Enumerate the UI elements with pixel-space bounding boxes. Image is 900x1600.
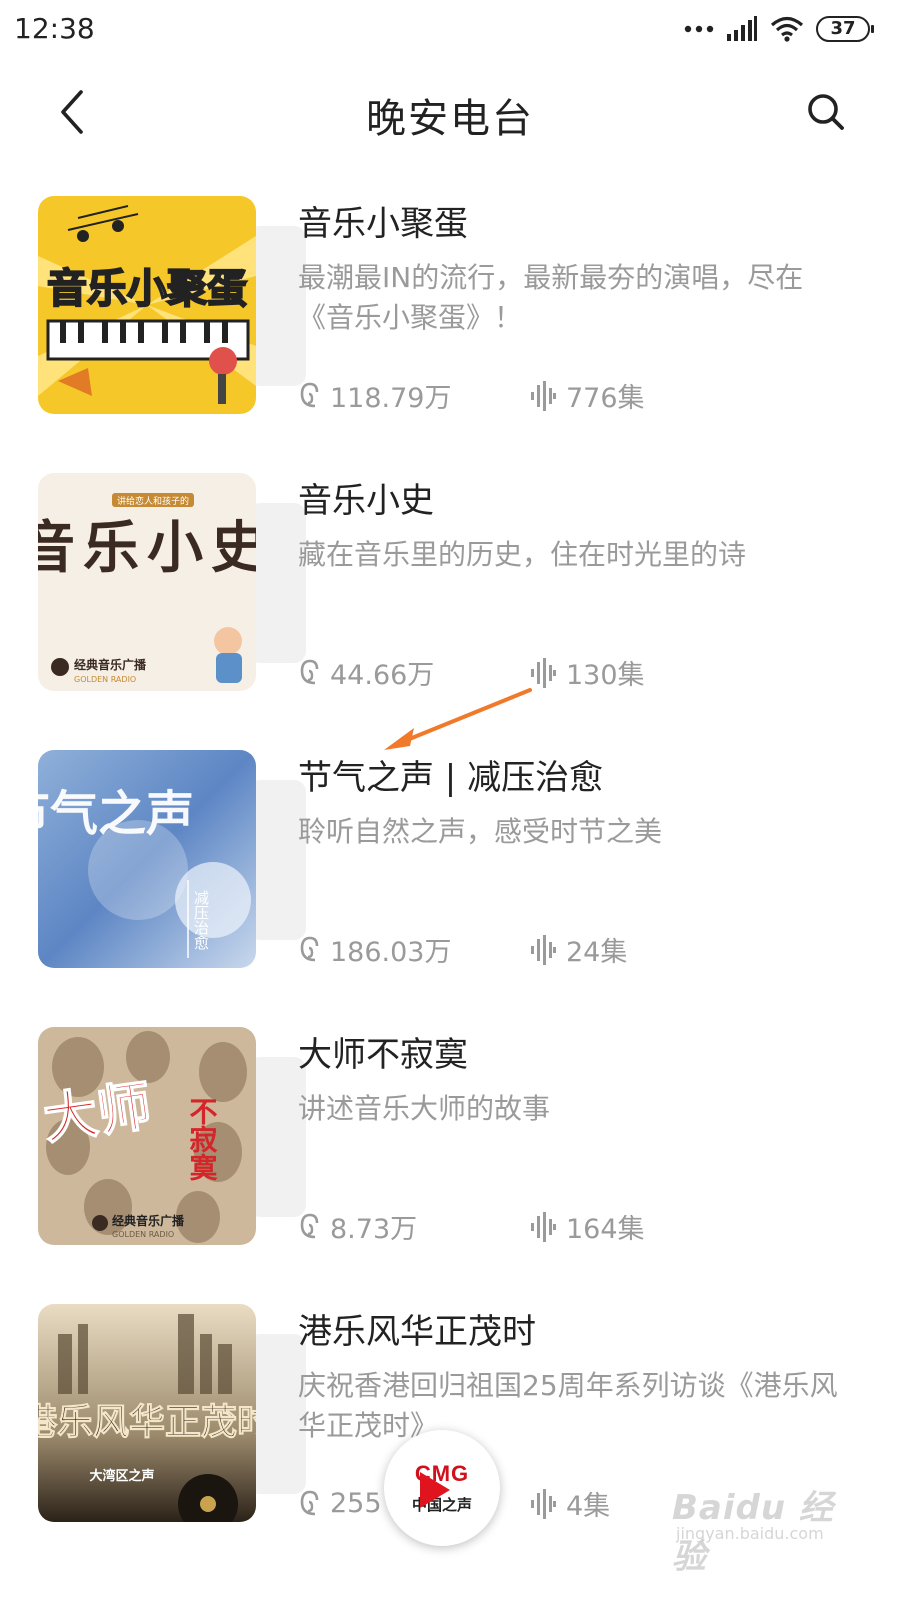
- cover-wrap: 大师 不寂寞 经典音乐广播 GOLDEN RADIO: [38, 1027, 306, 1245]
- cover-brand-text: 经典音乐广播: [112, 1213, 185, 1228]
- headphone-icon: [300, 1490, 319, 1515]
- cover-image: 讲给恋人和孩子的 音乐小史 经典音乐广播 GOLDEN RADIO: [38, 473, 256, 691]
- audio-wave-icon: [531, 380, 556, 411]
- cover-wrap: 讲给恋人和孩子的 音乐小史 经典音乐广播 GOLDEN RADIO: [38, 473, 306, 691]
- episode-count-text: 24集: [566, 937, 628, 968]
- episode-count: 164集: [530, 1207, 645, 1246]
- list-item[interactable]: 节气之声 减压治愈 节气之声 | 减压治愈 聆听自然之声，感受时节之美 186.…: [0, 746, 900, 1023]
- cover-image: 港乐风华正茂时 大湾区之声: [38, 1304, 256, 1522]
- listen-count: 186.03万: [298, 930, 530, 969]
- item-stats: 8.73万 164集: [298, 1207, 645, 1246]
- cover-image: 音乐小聚蛋: [38, 196, 256, 414]
- item-stats: 186.03万 24集: [298, 930, 627, 969]
- item-title: 港乐风华正茂时: [298, 1312, 536, 1352]
- listen-count: 44.66万: [298, 653, 530, 692]
- item-title: 大师不寂寞: [298, 1035, 468, 1075]
- cover-sub-text: 减压治愈: [192, 890, 210, 950]
- cover-title-text: 港乐风华正茂时: [38, 1401, 256, 1443]
- headphone-icon: [300, 382, 319, 407]
- signal-icon: [727, 16, 757, 41]
- cover-title-text: 音乐小聚蛋: [47, 266, 247, 312]
- cover-stack: [248, 1057, 306, 1217]
- cover-sub-text: 大湾区之声: [89, 1468, 154, 1484]
- headphone-icon: [300, 659, 319, 684]
- cover-brand-text: 经典音乐广播: [74, 657, 147, 672]
- cover-brand-en-text: GOLDEN RADIO: [74, 675, 136, 684]
- listen-count-text: 8.73万: [330, 1214, 418, 1245]
- mini-player-button[interactable]: CMG 中国之声: [384, 1430, 500, 1546]
- cover-tag-text: 讲给恋人和孩子的: [117, 495, 189, 507]
- cover-image: 节气之声 减压治愈: [38, 750, 256, 968]
- headphone-icon: [300, 936, 319, 961]
- headphone-icon: [300, 1213, 319, 1238]
- cover-wrap: 音乐小聚蛋: [38, 196, 306, 414]
- audio-wave-icon: [531, 1488, 556, 1519]
- search-icon: [808, 94, 844, 130]
- item-description: 讲述音乐大师的故事: [298, 1092, 551, 1125]
- item-description: 聆听自然之声，感受时节之美: [298, 815, 663, 848]
- list-item[interactable]: 音乐小聚蛋 音乐小聚蛋 最潮最IN的流行，最新最夯的演唱，尽在《音乐小聚蛋》！ …: [0, 192, 900, 469]
- listen-count: 8.73万: [298, 1207, 530, 1246]
- play-icon: [420, 1472, 450, 1508]
- cover-stack: [248, 780, 306, 940]
- battery-icon: 37: [816, 16, 874, 42]
- episode-count: 4集: [530, 1484, 610, 1523]
- episode-count-text: 776集: [566, 383, 645, 414]
- dots-icon: [684, 25, 714, 33]
- status-time: 12:38: [14, 12, 95, 45]
- item-title: 音乐小聚蛋: [298, 204, 468, 244]
- cover-brand-en-text: GOLDEN RADIO: [112, 1230, 174, 1239]
- item-stats: 44.66万 130集: [298, 653, 645, 692]
- status-bar: 12:38 37: [0, 0, 900, 62]
- audio-wave-icon: [531, 657, 556, 688]
- episode-count: 130集: [530, 653, 645, 692]
- listen-count-text: 186.03万: [330, 937, 452, 968]
- item-description: 庆祝香港回归祖国25周年系列访谈《港乐风华正茂时》: [298, 1369, 838, 1442]
- listen-count: 118.79万: [298, 376, 530, 415]
- cover-title-text: 音乐小史: [38, 515, 256, 581]
- audio-wave-icon: [531, 934, 556, 965]
- cover-stack: [248, 503, 306, 663]
- item-description: 藏在音乐里的历史，住在时光里的诗: [298, 538, 747, 571]
- cover-wrap: 港乐风华正茂时 大湾区之声: [38, 1304, 306, 1522]
- radio-list: 音乐小聚蛋 音乐小聚蛋 最潮最IN的流行，最新最夯的演唱，尽在《音乐小聚蛋》！ …: [0, 192, 900, 1577]
- list-item[interactable]: 大师 不寂寞 经典音乐广播 GOLDEN RADIO 大师不寂寞 讲述音乐大师的…: [0, 1023, 900, 1300]
- episode-count: 776集: [530, 376, 645, 415]
- listen-count-text: 118.79万: [330, 383, 452, 414]
- search-button[interactable]: [800, 86, 852, 138]
- audio-wave-icon: [531, 1211, 556, 1242]
- episode-count-text: 164集: [566, 1214, 645, 1245]
- episode-count-text: 130集: [566, 660, 645, 691]
- page-title: 晚安电台: [366, 96, 534, 142]
- item-stats: 118.79万 776集: [298, 376, 645, 415]
- cover-title2-text: 不寂寞: [186, 1097, 219, 1181]
- item-title: 节气之声 | 减压治愈: [298, 758, 604, 798]
- list-item[interactable]: 讲给恋人和孩子的 音乐小史 经典音乐广播 GOLDEN RADIO 音乐小史 藏…: [0, 469, 900, 746]
- cover-wrap: 节气之声 减压治愈: [38, 750, 306, 968]
- wifi-icon: [770, 16, 804, 42]
- item-title: 音乐小史: [298, 481, 434, 521]
- header: 晚安电台: [0, 62, 900, 172]
- status-icons: 37: [684, 16, 874, 42]
- episode-count-text: 4集: [566, 1491, 611, 1522]
- episode-count: 24集: [530, 930, 627, 969]
- cover-title-text: 节气之声: [38, 786, 194, 842]
- cover-image: 大师 不寂寞 经典音乐广播 GOLDEN RADIO: [38, 1027, 256, 1245]
- item-description: 最潮最IN的流行，最新最夯的演唱，尽在《音乐小聚蛋》！: [298, 261, 804, 334]
- listen-count-text: 255: [330, 1488, 382, 1519]
- listen-count-text: 44.66万: [330, 660, 435, 691]
